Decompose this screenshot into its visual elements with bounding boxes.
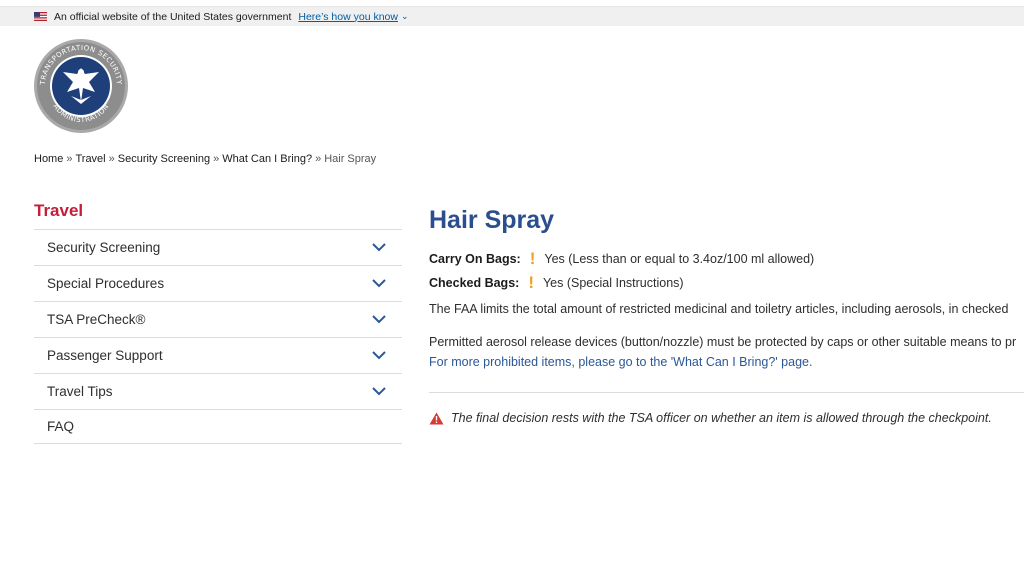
carry-on-label: Carry On Bags: [429, 252, 521, 266]
checked-value: Yes (Special Instructions) [542, 276, 684, 290]
tsa-seal-logo[interactable]: TRANSPORTATION SECURITY ADMINISTRATION [33, 38, 129, 134]
more-prohibited-items-link[interactable]: For more prohibited items, please go to … [429, 355, 812, 369]
faa-limits-paragraph: The FAA limits the total amount of restr… [429, 302, 1009, 316]
breadcrumb-separator: » [315, 153, 322, 165]
sidebar-item-travel-tips[interactable]: Travel Tips [34, 374, 402, 410]
chevron-down-icon[interactable] [372, 279, 386, 288]
carry-on-row: Carry On Bags: ! Yes (Less than or equal… [429, 249, 815, 268]
caution-icon: ! [528, 273, 534, 292]
sidebar-title[interactable]: Travel [34, 200, 402, 230]
gov-banner: An official website of the United States… [0, 6, 1024, 26]
sidebar-item-passenger-support[interactable]: Passenger Support [34, 338, 402, 374]
chevron-down-icon[interactable]: ⌄ [401, 11, 409, 22]
breadcrumb-home[interactable]: Home [34, 153, 63, 165]
carry-on-value: Yes (Less than or equal to 3.4oz/100 ml … [544, 252, 815, 266]
checked-row: Checked Bags: ! Yes (Special Instruction… [429, 273, 684, 292]
breadcrumb-current: Hair Spray [324, 153, 377, 165]
sidebar-item-label: Travel Tips [47, 384, 113, 399]
disclaimer-text: The final decision rests with the TSA of… [451, 411, 992, 425]
warning-triangle-icon [429, 412, 444, 424]
divider [429, 392, 1024, 393]
gov-banner-text: An official website of the United States… [54, 10, 292, 23]
checked-label: Checked Bags: [429, 276, 520, 290]
chevron-down-icon[interactable] [372, 315, 386, 324]
sidebar-item-label: Security Screening [47, 240, 161, 255]
breadcrumb-separator: » [213, 153, 220, 165]
sidebar-nav: Travel Security Screening Special Proced… [34, 200, 402, 444]
breadcrumb-separator: » [66, 153, 73, 165]
sidebar-item-label: Passenger Support [47, 348, 163, 363]
sidebar-item-label: FAQ [47, 419, 75, 434]
disclaimer-notice: The final decision rests with the TSA of… [429, 411, 992, 425]
sidebar-item-tsa-precheck[interactable]: TSA PreCheck® [34, 302, 402, 338]
sidebar-item-label: TSA PreCheck® [47, 312, 146, 327]
breadcrumb-what-can-i-bring[interactable]: What Can I Bring? [222, 153, 312, 165]
chevron-down-icon[interactable] [372, 387, 386, 396]
chevron-down-icon[interactable] [372, 243, 386, 252]
breadcrumb-separator: » [108, 153, 115, 165]
breadcrumb-security-screening[interactable]: Security Screening [118, 153, 210, 165]
sidebar-item-security-screening[interactable]: Security Screening [34, 230, 402, 266]
page-title: Hair Spray [429, 206, 555, 234]
breadcrumb-travel[interactable]: Travel [75, 153, 105, 165]
us-flag-icon [34, 12, 47, 21]
chevron-down-icon[interactable] [372, 351, 386, 360]
sidebar-item-label: Special Procedures [47, 276, 165, 291]
caution-icon: ! [529, 249, 536, 268]
breadcrumb: Home» Travel» Security Screening» What Can … [34, 153, 376, 165]
heres-how-you-know-link[interactable]: Here’s how you know [298, 11, 398, 23]
sidebar-item-special-procedures[interactable]: Special Procedures [34, 266, 402, 302]
sidebar-item-faq[interactable]: FAQ [34, 410, 402, 444]
aerosol-devices-paragraph: Permitted aerosol release devices (butto… [429, 335, 1017, 349]
